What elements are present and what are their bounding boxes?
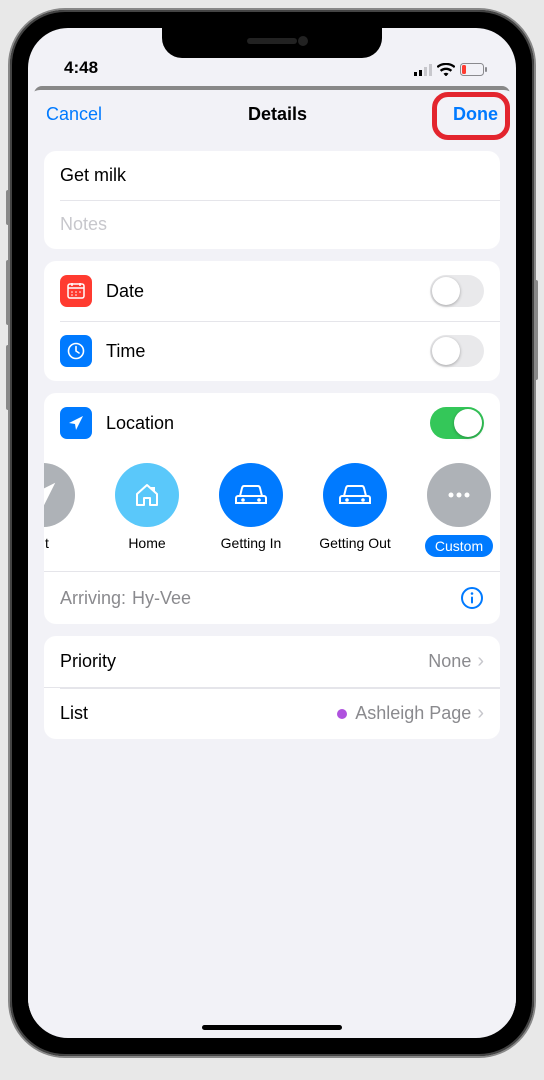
cellular-icon [414,64,432,76]
cancel-button[interactable]: Cancel [46,104,102,125]
list-color-dot [337,709,347,719]
phone-frame: 4:48 Cancel Details Done [10,10,534,1056]
notch [162,28,382,58]
side-button [6,190,10,225]
location-option-current[interactable]: nt [44,463,86,557]
date-label: Date [106,281,430,302]
current-icon [44,463,75,527]
chevron-right-icon: › [477,650,484,673]
screen: 4:48 Cancel Details Done [28,28,516,1038]
priority-row[interactable]: Priority None › [44,636,500,687]
datetime-card: Date Time [44,261,500,381]
location-label: Location [106,413,430,434]
details-sheet: Cancel Details Done Notes [28,90,516,1020]
getting-in-label: Getting In [221,535,282,551]
side-button [534,280,538,380]
home-label: Home [128,535,165,551]
speaker [247,38,297,44]
location-arrow-icon [60,407,92,439]
notes-row[interactable]: Notes [44,200,500,249]
page-title: Details [248,104,307,125]
location-row[interactable]: Location [44,393,500,453]
done-label: Done [453,104,498,124]
getting-out-label: Getting Out [319,535,391,551]
location-toggle[interactable] [430,407,484,439]
time-label: Time [106,341,430,362]
side-button [6,345,10,410]
time-row[interactable]: Time [44,321,500,381]
list-label: List [60,703,337,724]
camera [298,36,308,46]
priority-label: Priority [60,651,428,672]
home-indicator[interactable] [202,1025,342,1030]
location-option-custom[interactable]: Custom [416,463,500,557]
home-icon [115,463,179,527]
car-icon [323,463,387,527]
info-icon[interactable] [460,586,484,610]
title-card: Notes [44,151,500,249]
car-icon [219,463,283,527]
status-time: 4:48 [64,58,98,78]
list-row[interactable]: List Ashleigh Page › [44,687,500,739]
notes-placeholder: Notes [60,214,107,235]
time-toggle[interactable] [430,335,484,367]
clock-icon [60,335,92,367]
location-option-getting-out[interactable]: Getting Out [312,463,398,557]
done-button[interactable]: Done [453,104,498,125]
title-input[interactable] [60,165,484,186]
date-toggle[interactable] [430,275,484,307]
arriving-place: Hy-Vee [132,588,191,609]
list-value: Ashleigh Page [355,703,471,724]
current-label: nt [44,535,49,551]
custom-label: Custom [425,535,493,557]
battery-icon [460,63,488,76]
meta-card: Priority None › List Ashleigh Page › [44,636,500,739]
calendar-icon [60,275,92,307]
more-icon [427,463,491,527]
location-card: Location nt Home [44,393,500,624]
arriving-prefix: Arriving: [60,588,126,609]
date-row[interactable]: Date [44,261,500,321]
priority-value: None [428,651,471,672]
arriving-row[interactable]: Arriving: Hy-Vee [44,571,500,624]
location-option-getting-in[interactable]: Getting In [208,463,294,557]
title-row[interactable] [44,151,500,200]
location-option-home[interactable]: Home [104,463,190,557]
side-button [6,260,10,325]
chevron-right-icon: › [477,702,484,725]
wifi-icon [437,63,455,76]
location-options[interactable]: nt Home Getting In [44,453,500,571]
nav-bar: Cancel Details Done [28,90,516,139]
